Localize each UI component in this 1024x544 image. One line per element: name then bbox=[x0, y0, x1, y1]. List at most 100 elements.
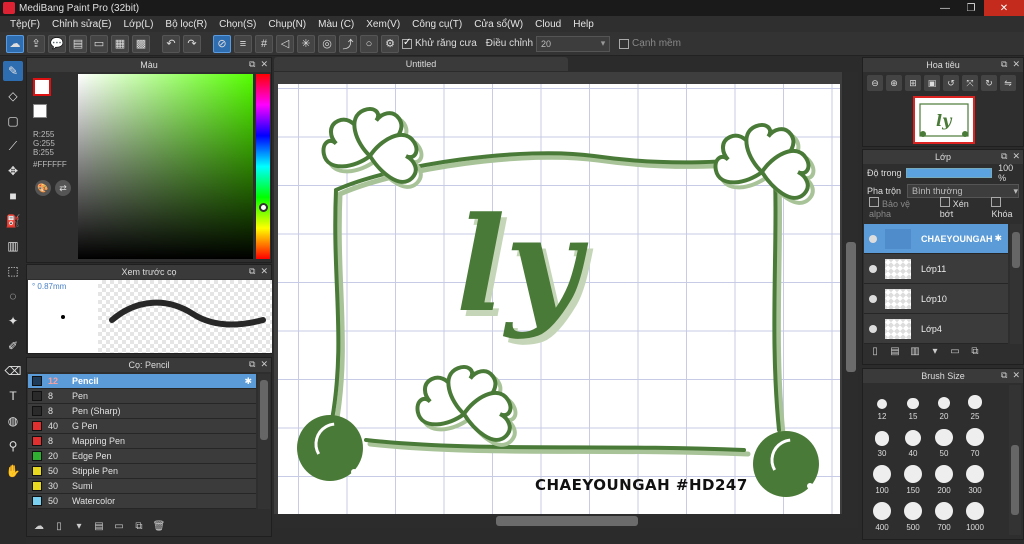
zoom-in-icon[interactable]: ⊕ bbox=[886, 75, 902, 91]
menu-color[interactable]: Màu (C) bbox=[312, 19, 360, 30]
maximize-button[interactable]: ❐ bbox=[958, 0, 984, 16]
add-layer-dropdown-icon[interactable]: ▾ bbox=[927, 343, 943, 359]
select-eraser-icon[interactable]: ⌫ bbox=[3, 361, 23, 381]
panel-close-icon[interactable]: ✕ bbox=[1012, 151, 1020, 162]
dot-tool-icon[interactable]: ▢ bbox=[3, 111, 23, 131]
snap-concentric-icon[interactable]: ◎ bbox=[318, 34, 336, 53]
text-tool-icon[interactable]: T bbox=[3, 386, 23, 406]
panel-float-icon[interactable]: ⧉ bbox=[249, 266, 255, 277]
add-brush-icon[interactable]: ▯ bbox=[51, 518, 67, 534]
opacity-slider[interactable] bbox=[906, 168, 993, 178]
background-color-swatch[interactable] bbox=[33, 104, 47, 118]
grid-toggle-icon[interactable]: ▩ bbox=[132, 34, 150, 53]
brush-row[interactable]: 8 Pen (Sharp) bbox=[28, 404, 256, 419]
undo-icon[interactable]: ↶ bbox=[162, 34, 180, 53]
menu-cloud[interactable]: Cloud bbox=[529, 19, 567, 30]
layer-folder-icon[interactable]: ▭ bbox=[947, 343, 963, 359]
panel-close-icon[interactable]: ✕ bbox=[260, 359, 268, 370]
redo-icon[interactable]: ↷ bbox=[183, 34, 201, 53]
menu-file[interactable]: Tệp(F) bbox=[4, 19, 46, 30]
select-pen-icon[interactable]: ✐ bbox=[3, 336, 23, 356]
fill-rect-tool-icon[interactable]: ■ bbox=[3, 186, 23, 206]
document-tab[interactable]: Untitled bbox=[274, 57, 568, 71]
saturation-value-picker[interactable] bbox=[78, 74, 253, 259]
soft-edge-toggle[interactable]: Cạnh mềm bbox=[619, 38, 681, 49]
antialias-checkbox[interactable] bbox=[402, 37, 412, 49]
actual-size-icon[interactable]: ▣ bbox=[924, 75, 940, 91]
eraser-tool-icon[interactable]: ◇ bbox=[3, 86, 23, 106]
eye-icon[interactable] bbox=[869, 294, 877, 303]
menu-edit[interactable]: Chỉnh sửa(E) bbox=[46, 19, 118, 30]
panel-close-icon[interactable]: ✕ bbox=[260, 266, 268, 277]
delete-brush-icon[interactable]: 🗑 bbox=[151, 518, 167, 534]
brush-size-option[interactable]: 150 bbox=[898, 461, 928, 495]
fit-window-icon[interactable]: ⊞ bbox=[905, 75, 921, 91]
panel-float-icon[interactable]: ⧉ bbox=[249, 59, 255, 70]
brush-row[interactable]: 40 G Pen bbox=[28, 419, 256, 434]
brush-size-option[interactable]: 25 bbox=[960, 387, 990, 421]
rect-select-icon[interactable]: ⬚ bbox=[3, 261, 23, 281]
brush-size-option[interactable]: 100 bbox=[867, 461, 897, 495]
zoom-out-icon[interactable]: ⊖ bbox=[867, 75, 883, 91]
palette-icon[interactable]: 🎨 bbox=[35, 180, 51, 196]
hue-knob[interactable] bbox=[259, 203, 268, 212]
lasso-select-icon[interactable]: ◌ bbox=[3, 286, 23, 306]
canvas-vertical-scrollbar[interactable] bbox=[844, 72, 858, 524]
brush-size-option[interactable]: 20 bbox=[929, 387, 959, 421]
rotate-right-icon[interactable]: ↻ bbox=[981, 75, 997, 91]
blend-mode-select[interactable]: Bình thường ▾ bbox=[907, 184, 1019, 198]
menu-snap[interactable]: Chụp(N) bbox=[262, 19, 312, 30]
menu-filter[interactable]: Bộ lọc(R) bbox=[159, 19, 213, 30]
snap-grid-icon[interactable]: # bbox=[255, 34, 273, 53]
minimize-button[interactable]: — bbox=[932, 0, 958, 16]
magic-wand-icon[interactable]: ✦ bbox=[3, 311, 23, 331]
brush-size-option[interactable]: 30 bbox=[867, 424, 897, 458]
soft-edge-checkbox[interactable] bbox=[619, 38, 630, 49]
new-8bit-layer-icon[interactable]: ▥ bbox=[907, 343, 923, 359]
panel-close-icon[interactable]: ✕ bbox=[260, 59, 268, 70]
layer-row[interactable]: Lớp11 bbox=[864, 254, 1008, 284]
brush-row[interactable]: 8 Mapping Pen bbox=[28, 434, 256, 449]
brush-size-option[interactable]: 500 bbox=[898, 498, 928, 532]
brush-row[interactable]: 50 Stipple Pen bbox=[28, 464, 256, 479]
panel-close-icon[interactable]: ✕ bbox=[1012, 370, 1020, 381]
brush-tool-icon[interactable]: ✎ bbox=[3, 61, 23, 81]
brush-row[interactable]: 12 Pencil ✱ bbox=[28, 374, 256, 389]
menu-tools[interactable]: Công cụ(T) bbox=[406, 19, 468, 30]
menu-layer[interactable]: Lớp(L) bbox=[118, 19, 160, 30]
layer-row[interactable]: Lớp4 bbox=[864, 314, 1008, 344]
menu-help[interactable]: Help bbox=[567, 19, 600, 30]
comment-list-icon[interactable]: ▤ bbox=[69, 34, 87, 53]
brush-size-option[interactable]: 300 bbox=[960, 461, 990, 495]
canvas-paper[interactable]: ly ly CHAEYOUNGAH #HD247 bbox=[278, 84, 840, 520]
line-tool-icon[interactable]: ⟋ bbox=[3, 136, 23, 156]
clipping-option[interactable]: Xén bớt bbox=[939, 197, 982, 219]
menu-view[interactable]: Xem(V) bbox=[360, 19, 406, 30]
new-halftone-layer-icon[interactable]: ▤ bbox=[887, 343, 903, 359]
snap-radial-icon[interactable]: ✳ bbox=[297, 34, 315, 53]
snap-parallel-icon[interactable]: ≡ bbox=[234, 34, 252, 53]
panel-float-icon[interactable]: ⧉ bbox=[249, 359, 255, 370]
brush-size-option[interactable]: 400 bbox=[867, 498, 897, 532]
snap-vanishing-icon[interactable]: ◁ bbox=[276, 34, 294, 53]
foreground-color-swatch[interactable] bbox=[33, 78, 51, 96]
duplicate-brush-icon[interactable]: ⧉ bbox=[131, 518, 147, 534]
comment-icon[interactable]: 💬 bbox=[48, 34, 66, 53]
brush-row[interactable]: 8 Pen bbox=[28, 389, 256, 404]
brush-settings-icon[interactable]: ▤ bbox=[91, 518, 107, 534]
eye-icon[interactable] bbox=[869, 234, 877, 243]
panel-float-icon[interactable]: ⧉ bbox=[1001, 59, 1007, 70]
page-icon[interactable]: ▭ bbox=[90, 34, 108, 53]
snap-curve-icon[interactable]: ⤴ bbox=[339, 34, 357, 53]
duplicate-layer-icon[interactable]: ⧉ bbox=[967, 343, 983, 359]
hue-slider[interactable] bbox=[256, 74, 270, 259]
snap-circle-icon[interactable]: ○ bbox=[360, 34, 378, 53]
panel-close-icon[interactable]: ✕ bbox=[1012, 59, 1020, 70]
brush-size-option[interactable]: 50 bbox=[929, 424, 959, 458]
panel-float-icon[interactable]: ⧉ bbox=[1001, 151, 1007, 162]
layer-row[interactable]: CHAEYOUNGAH ✱ bbox=[864, 224, 1008, 254]
reset-rotate-icon[interactable]: ⤧ bbox=[962, 75, 978, 91]
brush-settings-gear-icon[interactable]: ✱ bbox=[244, 376, 252, 387]
canvas-viewport[interactable]: ly ly CHAEYOUNGAH #HD247 bbox=[274, 72, 842, 524]
protect-alpha-option[interactable]: Bảo vệ alpha bbox=[869, 197, 930, 219]
